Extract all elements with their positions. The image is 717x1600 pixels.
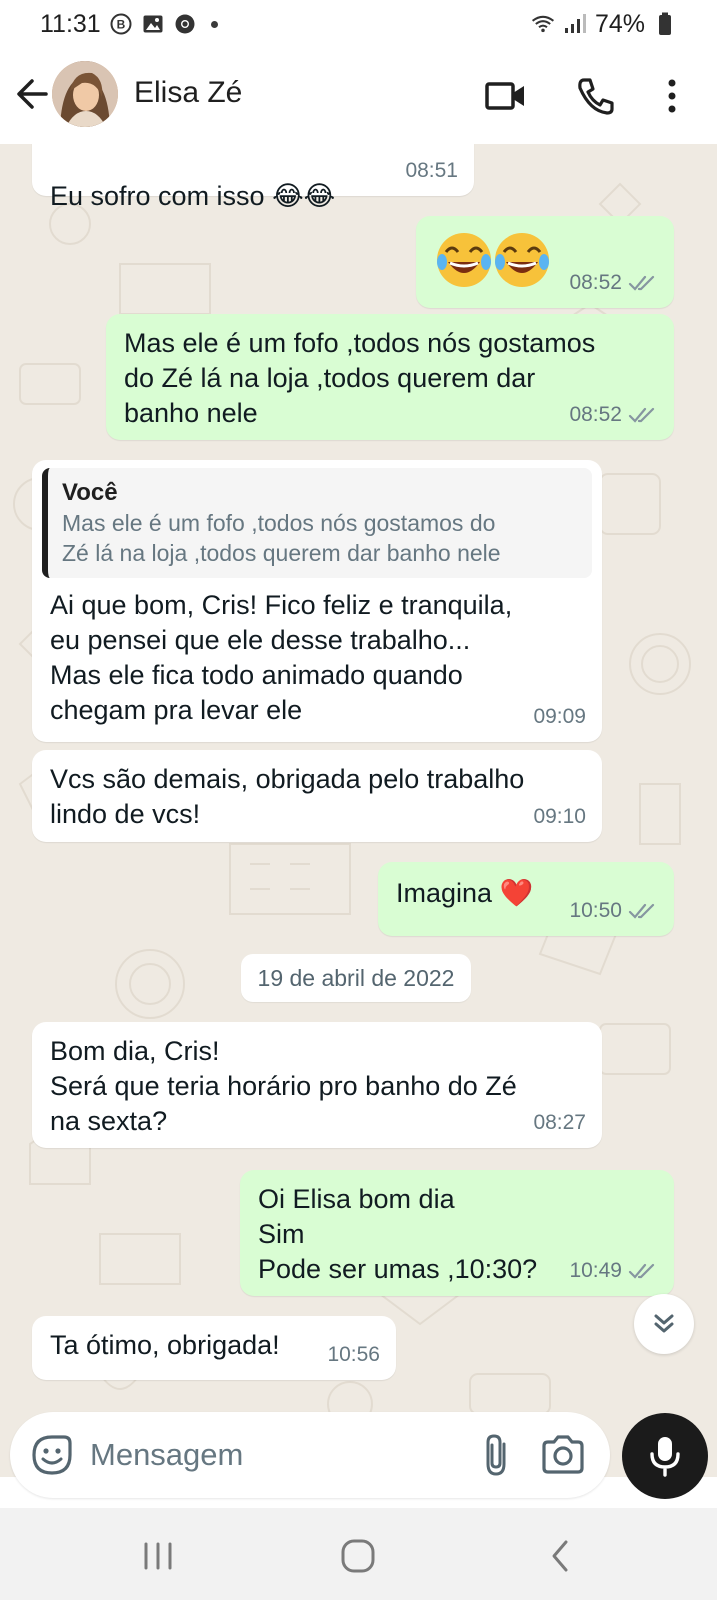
message-bubble-incoming[interactable]: Ta ótimo, obrigada! 10:56 — [32, 1316, 396, 1380]
message-bubble-incoming[interactable]: Bom dia, Cris! Será que teria horário pr… — [32, 1022, 602, 1148]
message-text: Mas ele é um fofo ,todos nós gostamos do… — [124, 328, 596, 428]
phone-icon[interactable] — [574, 74, 618, 118]
message-text: Bom dia, Cris! Será que teria horário pr… — [50, 1036, 517, 1136]
message-text: Vcs são demais, obrigada pelo trabalho l… — [50, 764, 525, 829]
system-nav-bar — [0, 1508, 717, 1600]
message-time: 10:50 — [569, 899, 622, 922]
emoji-icon[interactable] — [30, 1433, 74, 1477]
message-text: Eu sofro com isso 😂😂 — [50, 181, 336, 211]
more-vert-icon[interactable] — [650, 74, 694, 118]
message-bubble-incoming[interactable]: Vcs são demais, obrigada pelo trabalho l… — [32, 750, 602, 842]
message-bubble-outgoing[interactable]: 08:52 — [416, 216, 674, 308]
message-input[interactable] — [90, 1430, 450, 1480]
message-composer — [10, 1412, 610, 1498]
avatar[interactable] — [52, 61, 118, 127]
message-time: 09:10 — [533, 805, 586, 828]
message-bubble-incoming[interactable]: Você Mas ele é um fofo ,todos nós gostam… — [32, 460, 602, 742]
nav-back-icon[interactable] — [542, 1538, 582, 1574]
message-text: Ta ótimo, obrigada! — [50, 1330, 280, 1360]
message-bubble-incoming[interactable]: Eu sofro com isso 😂😂 08:51 — [32, 144, 474, 211]
battery-icon — [653, 12, 677, 36]
camera-icon[interactable] — [540, 1432, 586, 1478]
status-bar: 11:31 B 74% — [0, 0, 717, 48]
video-call-icon[interactable] — [484, 74, 528, 118]
read-ticks-icon — [628, 275, 655, 291]
message-time: 09:09 — [533, 705, 586, 728]
chat-header: Elisa Zé — [0, 48, 717, 144]
nav-recent-icon[interactable] — [138, 1538, 178, 1574]
gallery-notification-icon — [141, 12, 165, 36]
message-time: 10:49 — [569, 1259, 622, 1282]
attach-icon[interactable] — [474, 1432, 518, 1478]
message-time: 08:52 — [569, 403, 622, 426]
read-ticks-icon — [628, 1263, 655, 1279]
scroll-to-bottom-button[interactable] — [634, 1294, 694, 1354]
wifi-icon — [531, 12, 555, 36]
read-ticks-icon — [628, 903, 655, 919]
nav-home-icon[interactable] — [338, 1538, 378, 1574]
chat-area[interactable]: Eu sofro com isso 😂😂 08:51 08:52 Mas ele… — [0, 144, 717, 1477]
message-text: Ai que bom, Cris! Fico feliz e tranquila… — [50, 590, 513, 725]
message-time: 10:56 — [327, 1343, 380, 1366]
voice-message-button[interactable] — [622, 1413, 708, 1499]
message-bubble-outgoing[interactable]: Imagina ❤️ 10:50 — [378, 862, 674, 936]
message-time: 08:52 — [569, 271, 622, 294]
battery-level: 74% — [594, 9, 645, 38]
more-notifications-dot — [210, 20, 218, 28]
date-separator: 19 de abril de 2022 — [241, 954, 471, 1002]
mic-icon — [650, 1437, 680, 1477]
quote-text: Mas ele é um fofo ,todos nós gostamos do… — [62, 510, 501, 566]
read-ticks-icon — [628, 407, 655, 423]
message-time: 08:27 — [533, 1111, 586, 1134]
message-text: Imagina ❤️ — [396, 878, 534, 908]
double-chevron-down-icon — [654, 1314, 674, 1333]
signal-icon — [563, 12, 587, 36]
laughing-emoji-icon — [436, 230, 556, 290]
message-time: 08:51 — [405, 159, 458, 182]
status-time: 11:31 — [40, 9, 101, 38]
svg-text:B: B — [116, 18, 125, 32]
quoted-message[interactable]: Você Mas ele é um fofo ,todos nós gostam… — [42, 468, 592, 578]
back-arrow-icon[interactable] — [14, 74, 50, 114]
b-notification-icon: B — [109, 12, 133, 36]
message-bubble-outgoing[interactable]: Oi Elisa bom dia Sim Pode ser umas ,10:3… — [240, 1170, 674, 1296]
quote-author: Você — [62, 479, 118, 506]
contact-name[interactable]: Elisa Zé — [134, 76, 242, 110]
message-text: Oi Elisa bom dia Sim Pode ser umas ,10:3… — [258, 1184, 538, 1284]
message-bubble-outgoing[interactable]: Mas ele é um fofo ,todos nós gostamos do… — [106, 314, 674, 440]
chrome-notification-icon — [173, 12, 197, 36]
